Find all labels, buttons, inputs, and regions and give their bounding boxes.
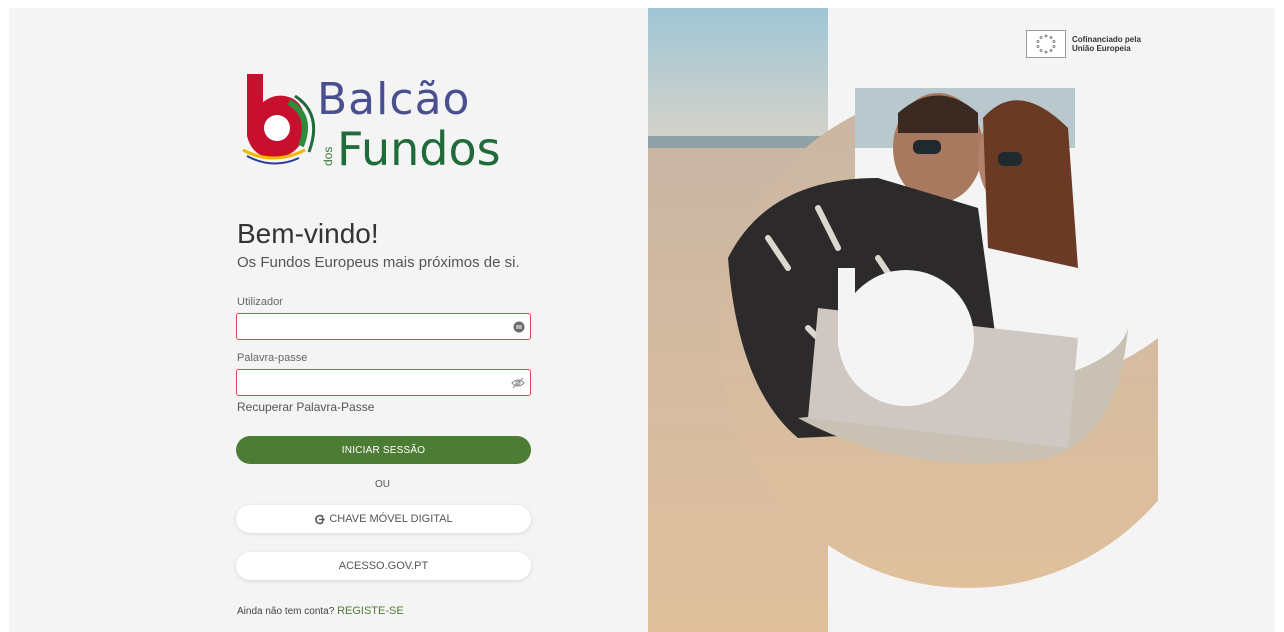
welcome-title: Bem-vindo!: [237, 218, 379, 249]
acesso-gov-button[interactable]: ACESSO.GOV.PT: [236, 552, 531, 580]
username-label: Utilizador: [237, 296, 283, 308]
eye-icon[interactable]: [511, 377, 525, 389]
password-input[interactable]: [237, 370, 530, 395]
recover-password-link[interactable]: Recuperar Palavra-Passe: [237, 400, 374, 414]
register-prompt: Ainda não tem conta? REGISTE-SE: [237, 605, 404, 617]
hero-photo: [648, 8, 1158, 632]
eu-flag-icon: [1026, 30, 1066, 58]
username-field-wrapper: [236, 313, 531, 340]
register-prompt-text: Ainda não tem conta?: [237, 606, 335, 617]
password-label: Palavra-passe: [237, 352, 308, 364]
welcome-subtitle: Os Fundos Europeus mais próximos de si.: [237, 254, 520, 271]
chave-movel-digital-label: CHAVE MÓVEL DIGITAL: [329, 513, 453, 525]
login-button[interactable]: INICIAR SESSÃO: [236, 436, 531, 464]
password-field-wrapper: [236, 369, 531, 396]
brand-name-bottom: Fundos: [337, 122, 501, 176]
acesso-gov-label: ACESSO.GOV.PT: [338, 560, 429, 572]
register-link[interactable]: REGISTE-SE: [337, 605, 404, 617]
eu-text-line2: União Europeia: [1072, 44, 1131, 53]
or-separator: OU: [375, 479, 390, 490]
cmd-key-icon: [315, 514, 326, 524]
brand-name-top: Balcão: [317, 74, 471, 125]
user-card-icon: [513, 321, 525, 333]
login-page: Balcão dos Fundos Bem-vindo! Os Fundos E…: [9, 8, 1275, 632]
username-input[interactable]: [237, 314, 530, 339]
eu-text-line1: Cofinanciado pela: [1072, 35, 1141, 44]
eu-badge: Cofinanciado pela União Europeia: [1026, 30, 1141, 58]
chave-movel-digital-button[interactable]: CHAVE MÓVEL DIGITAL: [236, 505, 531, 533]
